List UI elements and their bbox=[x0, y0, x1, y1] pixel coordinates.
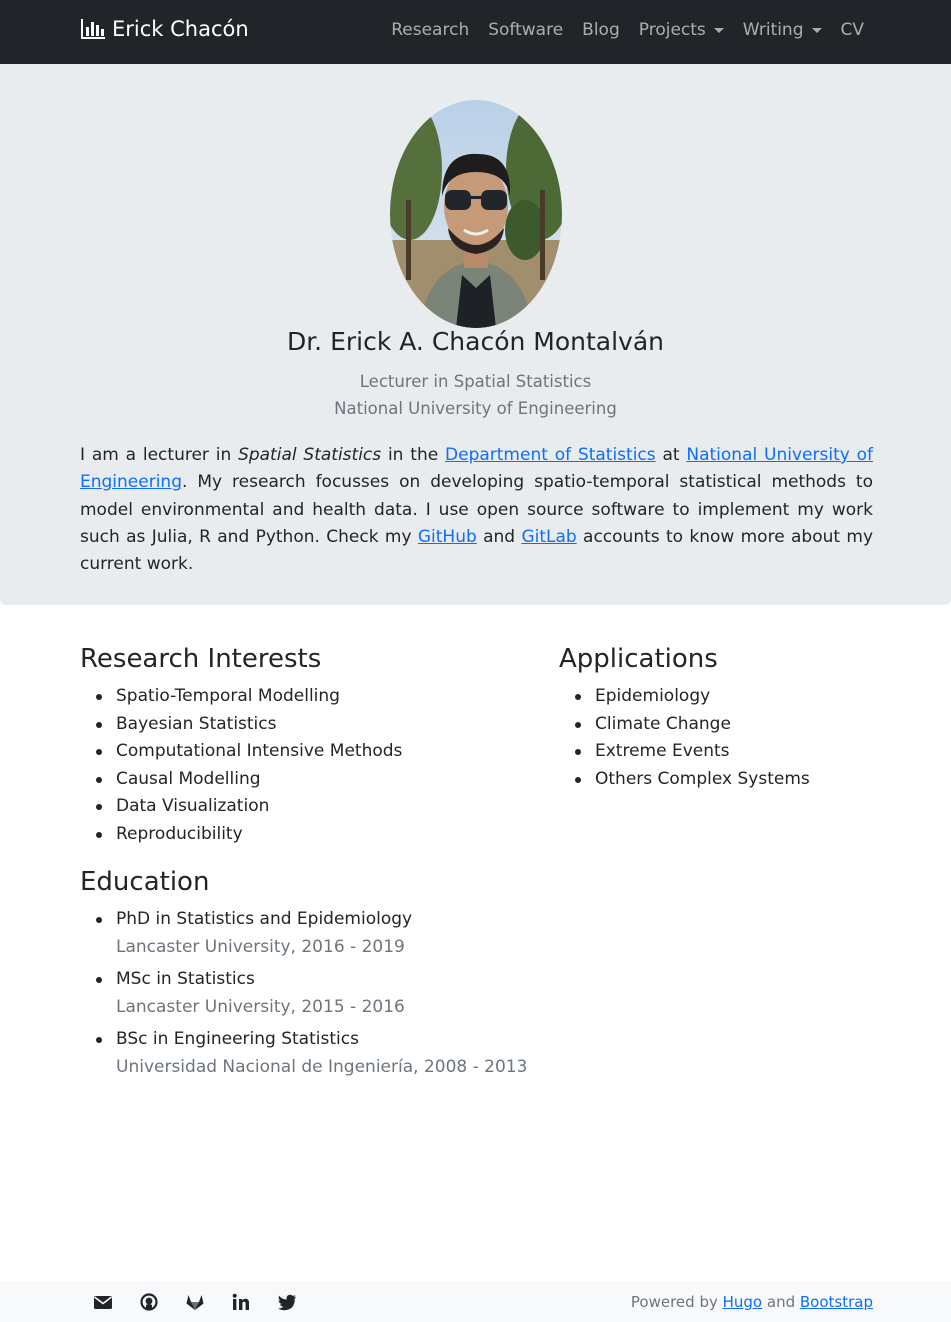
github-icon[interactable] bbox=[139, 1292, 159, 1312]
hero-section: Dr. Erick A. Chacón Montalván Lecturer i… bbox=[0, 64, 951, 605]
list-item: Data Visualization bbox=[80, 793, 520, 821]
education-heading: Education bbox=[80, 867, 210, 897]
nav-writing-label: Writing bbox=[742, 20, 804, 40]
gitlab-link[interactable]: GitLab bbox=[521, 527, 576, 547]
list-item: Others Complex Systems bbox=[559, 766, 879, 794]
applications-list: Epidemiology Climate Change Extreme Even… bbox=[559, 683, 879, 793]
footer: Powered by Hugo and Bootstrap bbox=[0, 1281, 951, 1322]
education-list: PhD in Statistics and Epidemiology Lanca… bbox=[80, 906, 580, 1086]
nav-research-label: Research bbox=[391, 20, 470, 40]
bio-text: in the bbox=[381, 445, 446, 465]
profile-role: Lecturer in Spatial Statistics bbox=[359, 372, 592, 391]
social-links bbox=[93, 1292, 297, 1312]
list-item: Computational Intensive Methods bbox=[80, 738, 520, 766]
profile-photo bbox=[390, 100, 562, 328]
research-interests-list: Spatio-Temporal Modelling Bayesian Stati… bbox=[80, 683, 520, 848]
education-item: MSc in Statistics Lancaster University, … bbox=[80, 966, 580, 1021]
github-link[interactable]: GitHub bbox=[418, 527, 477, 547]
nav-projects-dropdown[interactable]: Projects bbox=[639, 20, 724, 40]
department-link[interactable]: Department of Statistics bbox=[445, 445, 656, 465]
list-item: Epidemiology bbox=[559, 683, 879, 711]
profile-name: Dr. Erick A. Chacón Montalván bbox=[286, 327, 665, 356]
navbar: Erick Chacón Research Software Blog Proj… bbox=[0, 0, 951, 64]
nav-software-label: Software bbox=[488, 20, 564, 40]
degree-detail: Universidad Nacional de Ingeniería, 2008… bbox=[116, 1056, 528, 1077]
bootstrap-link[interactable]: Bootstrap bbox=[800, 1293, 873, 1311]
bio-text: and bbox=[476, 526, 522, 547]
bio-emphasis: Spatial Statistics bbox=[238, 445, 382, 465]
degree-title: MSc in Statistics bbox=[116, 969, 255, 989]
profile-institution: National University of Engineering bbox=[334, 399, 617, 418]
hugo-link[interactable]: Hugo bbox=[723, 1293, 763, 1311]
degree-detail: Lancaster University, 2016 - 2019 bbox=[116, 936, 405, 957]
list-item: Climate Change bbox=[559, 711, 879, 739]
degree-title: PhD in Statistics and Epidemiology bbox=[116, 909, 413, 929]
bio-text: I am a lecturer in bbox=[80, 445, 239, 465]
list-item: Extreme Events bbox=[559, 738, 879, 766]
degree-title: BSc in Engineering Statistics bbox=[116, 1029, 359, 1049]
bio-text: at bbox=[655, 445, 687, 465]
brand-link[interactable]: Erick Chacón bbox=[80, 17, 249, 41]
research-interests-heading: Research Interests bbox=[80, 644, 322, 674]
education-item: PhD in Statistics and Epidemiology Lanca… bbox=[80, 906, 580, 961]
list-item: Causal Modelling bbox=[80, 766, 520, 794]
avatar bbox=[390, 100, 562, 328]
powered-by-text: Powered by Hugo and Bootstrap bbox=[631, 1293, 873, 1311]
gitlab-icon[interactable] bbox=[185, 1292, 205, 1312]
nav-software[interactable]: Software bbox=[488, 20, 563, 40]
nav-writing-dropdown[interactable]: Writing bbox=[743, 20, 822, 40]
nav-blog-label: Blog bbox=[582, 20, 620, 40]
bar-chart-icon bbox=[81, 19, 105, 39]
powered-prefix: Powered by bbox=[630, 1293, 723, 1311]
list-item: Spatio-Temporal Modelling bbox=[80, 683, 520, 711]
degree-detail: Lancaster University, 2015 - 2016 bbox=[116, 996, 405, 1017]
linkedin-icon[interactable] bbox=[231, 1292, 251, 1312]
caret-down-icon bbox=[713, 27, 724, 33]
nav-blog[interactable]: Blog bbox=[582, 20, 620, 40]
nav-cv[interactable]: CV bbox=[841, 20, 865, 40]
list-item: Reproducibility bbox=[80, 821, 520, 849]
nav-cv-label: CV bbox=[840, 20, 865, 40]
bio-paragraph: I am a lecturer in Spatial Statistics in… bbox=[80, 442, 873, 578]
applications-heading: Applications bbox=[559, 644, 718, 674]
nav-projects-label: Projects bbox=[638, 20, 706, 40]
brand-name: Erick Chacón bbox=[112, 17, 249, 41]
education-item: BSc in Engineering Statistics Universida… bbox=[80, 1026, 580, 1081]
powered-and: and bbox=[762, 1293, 800, 1311]
list-item: Bayesian Statistics bbox=[80, 711, 520, 739]
caret-down-icon bbox=[811, 27, 822, 33]
nav-menu: Research Software Blog Projects Writing … bbox=[391, 20, 864, 40]
envelope-icon[interactable] bbox=[93, 1292, 113, 1312]
nav-research[interactable]: Research bbox=[391, 20, 469, 40]
twitter-icon[interactable] bbox=[277, 1292, 297, 1312]
